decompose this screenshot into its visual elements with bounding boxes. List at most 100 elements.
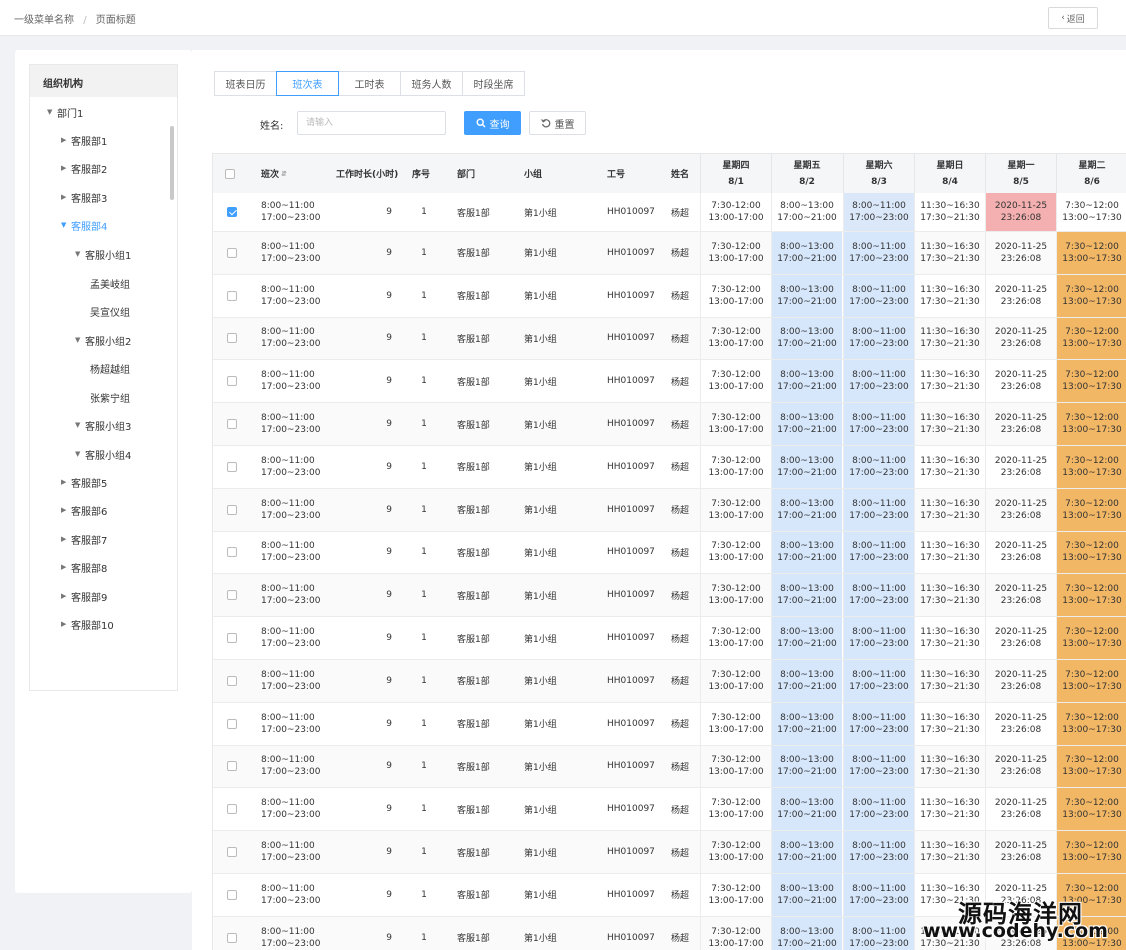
day-shift-cell[interactable]: 7:30~12:00 13:00~17:30 <box>1056 660 1126 702</box>
tree-node[interactable]: ▶ 客服部5 <box>61 472 107 492</box>
day-shift-cell[interactable]: 8:00~11:00 17:00~23:00 <box>843 360 914 403</box>
day-shift-cell[interactable]: 7:30~12:00 13:00~17:30 <box>1056 193 1126 231</box>
day-shift-cell[interactable]: 7:30~12:00 13:00~17:30 <box>1056 702 1126 745</box>
day-shift-cell[interactable]: 2020-11-25 23:26:08 <box>985 745 1056 788</box>
day-shift-cell[interactable]: 8:00~13:00 17:00~21:00 <box>771 403 842 445</box>
table-row[interactable]: 8:00~11:00 17:00~23:00 9 1 客服1部 第1小组 HH010097 杨… <box>213 446 1126 489</box>
day-shift-cell[interactable]: 8:00~13:00 17:00~21:00 <box>771 916 842 950</box>
table-row[interactable]: 8:00~11:00 17:00~23:00 9 1 客服1部 第1小组 HH010097 杨… <box>213 488 1126 532</box>
day-shift-cell[interactable]: 2020-11-25 23:26:08 <box>985 660 1056 702</box>
day-shift-cell[interactable]: 2020-11-25 23:26:08 <box>985 531 1056 574</box>
day-shift-cell[interactable]: 8:00~11:00 17:00~23:00 <box>843 574 914 617</box>
day-shift-cell[interactable]: 7:30-12:00 13:00-17:00 <box>700 574 771 617</box>
day-shift-cell[interactable]: 8:00~11:00 17:00~23:00 <box>843 274 914 317</box>
query-button[interactable]: 查询 <box>464 111 521 135</box>
row-checkbox[interactable] <box>227 718 237 729</box>
caret-down-icon[interactable]: ▼ <box>75 250 85 258</box>
tree-node[interactable]: ▶ 客服部2 <box>61 158 107 178</box>
day-shift-cell[interactable]: 8:00~13:00 17:00~21:00 <box>771 232 842 274</box>
day-shift-cell[interactable]: 7:30-12:00 13:00-17:00 <box>700 660 771 702</box>
row-checkbox[interactable] <box>227 590 237 601</box>
day-shift-cell[interactable]: 7:30~12:00 13:00~17:30 <box>1056 745 1126 788</box>
table-row[interactable]: 8:00~11:00 17:00~23:00 9 1 客服1部 第1小组 HH010097 杨… <box>213 617 1126 660</box>
day-shift-cell[interactable]: 8:00~13:00 17:00~21:00 <box>771 660 842 702</box>
day-shift-cell[interactable]: 11:30~16:30 17:30~21:30 <box>914 403 985 445</box>
caret-right-icon[interactable]: ▶ <box>61 535 71 543</box>
day-shift-cell[interactable]: 7:30~12:00 13:00~17:30 <box>1056 617 1126 659</box>
day-shift-cell[interactable]: 8:00~11:00 17:00~23:00 <box>843 788 914 831</box>
day-shift-cell[interactable]: 7:30-12:00 13:00-17:00 <box>700 193 771 231</box>
caret-right-icon[interactable]: ▶ <box>61 620 71 628</box>
tree-node[interactable]: ▼ 客服部4 <box>61 215 107 235</box>
day-shift-cell[interactable]: 2020-11-25 23:26:08 <box>985 274 1056 317</box>
day-shift-cell[interactable]: 8:00~13:00 17:00~21:00 <box>771 788 842 831</box>
day-shift-cell[interactable]: 7:30~12:00 13:00~17:30 <box>1056 403 1126 445</box>
caret-right-icon[interactable]: ▶ <box>61 563 71 571</box>
day-shift-cell[interactable]: 7:30~12:00 13:00~17:30 <box>1056 574 1126 617</box>
day-shift-cell[interactable]: 11:30~16:30 17:30~21:30 <box>914 274 985 317</box>
day-shift-cell[interactable]: 8:00~11:00 17:00~23:00 <box>843 531 914 574</box>
table-row[interactable]: 8:00~11:00 17:00~23:00 9 1 客服1部 第1小组 HH010097 杨… <box>213 360 1126 404</box>
tree-node[interactable]: ▶ 客服部1 <box>61 130 107 150</box>
day-shift-cell[interactable]: 2020-11-25 23:26:08 <box>985 617 1056 659</box>
table-row[interactable]: 8:00~11:00 17:00~23:00 9 1 客服1部 第1小组 HH010097 杨… <box>213 317 1126 361</box>
day-shift-cell[interactable]: 11:30~16:30 17:30~21:30 <box>914 702 985 745</box>
table-row[interactable]: 8:00~11:00 17:00~23:00 9 1 客服1部 第1小组 HH010097 杨… <box>213 788 1126 832</box>
day-shift-cell[interactable]: 7:30-12:00 13:00-17:00 <box>700 531 771 574</box>
day-shift-cell[interactable]: 8:00~13:00 17:00~21:00 <box>771 317 842 360</box>
day-shift-cell[interactable]: 7:30-12:00 13:00-17:00 <box>700 745 771 788</box>
day-shift-cell[interactable]: 8:00~13:00 17:00~21:00 <box>771 831 842 873</box>
tree-node[interactable]: ▶ 客服部8 <box>61 557 107 577</box>
day-shift-cell[interactable]: 11:30~16:30 17:30~21:30 <box>914 788 985 831</box>
caret-down-icon[interactable]: ▼ <box>47 108 57 116</box>
tab-work-hours[interactable]: 工时表 <box>338 71 401 96</box>
caret-right-icon[interactable]: ▶ <box>61 506 71 514</box>
day-shift-cell[interactable]: 11:30~16:30 17:30~21:30 <box>914 745 985 788</box>
day-shift-cell[interactable]: 11:30~16:30 17:30~21:30 <box>914 232 985 274</box>
day-shift-cell[interactable]: 7:30-12:00 13:00-17:00 <box>700 831 771 873</box>
day-shift-cell[interactable]: 2020-11-25 23:26:08 <box>985 788 1056 831</box>
row-checkbox[interactable] <box>227 889 237 900</box>
day-shift-cell[interactable]: 8:00~11:00 17:00~23:00 <box>843 702 914 745</box>
day-shift-cell[interactable]: 7:30~12:00 13:00~17:30 <box>1056 788 1126 831</box>
day-shift-cell[interactable]: 7:30-12:00 13:00-17:00 <box>700 446 771 488</box>
caret-right-icon[interactable]: ▶ <box>61 592 71 600</box>
day-shift-cell[interactable]: 8:00~11:00 17:00~23:00 <box>843 617 914 659</box>
caret-down-icon[interactable]: ▼ <box>75 421 85 429</box>
table-row[interactable]: 8:00~11:00 17:00~23:00 9 1 客服1部 第1小组 HH010097 杨… <box>213 660 1126 703</box>
tree-node[interactable]: ▼ 客服小组3 <box>75 415 131 435</box>
tree-node[interactable]: 吴宣仪组 <box>90 301 130 321</box>
day-shift-cell[interactable]: 11:30~16:30 17:30~21:30 <box>914 660 985 702</box>
caret-down-icon[interactable]: ▼ <box>75 450 85 458</box>
tree-scrollbar[interactable] <box>170 126 174 200</box>
day-shift-cell[interactable]: 8:00~11:00 17:00~23:00 <box>843 193 914 231</box>
tree-node[interactable]: ▶ 客服部3 <box>61 187 107 207</box>
table-row[interactable]: 8:00~11:00 17:00~23:00 9 1 客服1部 第1小组 HH010097 杨… <box>213 531 1126 575</box>
table-row[interactable]: 8:00~11:00 17:00~23:00 9 1 客服1部 第1小组 HH010097 杨… <box>213 702 1126 746</box>
row-checkbox[interactable] <box>227 376 237 387</box>
day-shift-cell[interactable]: 8:00~13:00 17:00~21:00 <box>771 488 842 531</box>
row-checkbox[interactable] <box>227 547 237 558</box>
tree-node[interactable]: ▶ 客服部6 <box>61 500 107 520</box>
row-checkbox[interactable] <box>227 675 237 686</box>
col-shift-header[interactable]: 班次 ⇵ <box>261 154 331 193</box>
day-shift-cell[interactable]: 8:00~13:00 17:00~21:00 <box>771 360 842 403</box>
day-shift-cell[interactable]: 11:30~16:30 17:30~21:30 <box>914 617 985 659</box>
tab-calendar[interactable]: 班表日历 <box>214 71 277 96</box>
day-shift-cell[interactable]: 2020-11-25 23:26:08 <box>985 574 1056 617</box>
day-shift-cell[interactable]: 8:00~13:00 17:00~21:00 <box>771 274 842 317</box>
name-search-input[interactable] <box>297 111 446 135</box>
tree-node[interactable]: ▼ 客服小组4 <box>75 444 131 464</box>
reset-button[interactable]: 重置 <box>529 111 586 135</box>
caret-right-icon[interactable]: ▶ <box>61 193 71 201</box>
day-shift-cell[interactable]: 8:00~13:00 17:00~21:00 <box>771 874 842 916</box>
day-shift-cell[interactable]: 2020-11-25 23:26:08 <box>985 232 1056 274</box>
table-row[interactable]: 8:00~11:00 17:00~23:00 9 1 客服1部 第1小组 HH010097 杨… <box>213 403 1126 446</box>
day-shift-cell[interactable]: 7:30-12:00 13:00-17:00 <box>700 232 771 274</box>
tree-node[interactable]: 孟美岐组 <box>90 273 130 293</box>
row-checkbox[interactable] <box>227 247 237 258</box>
day-shift-cell[interactable]: 7:30-12:00 13:00-17:00 <box>700 403 771 445</box>
row-checkbox[interactable] <box>227 290 237 301</box>
day-shift-cell[interactable]: 7:30~12:00 13:00~17:30 <box>1056 232 1126 274</box>
day-shift-cell[interactable]: 7:30~12:00 13:00~17:30 <box>1056 360 1126 403</box>
